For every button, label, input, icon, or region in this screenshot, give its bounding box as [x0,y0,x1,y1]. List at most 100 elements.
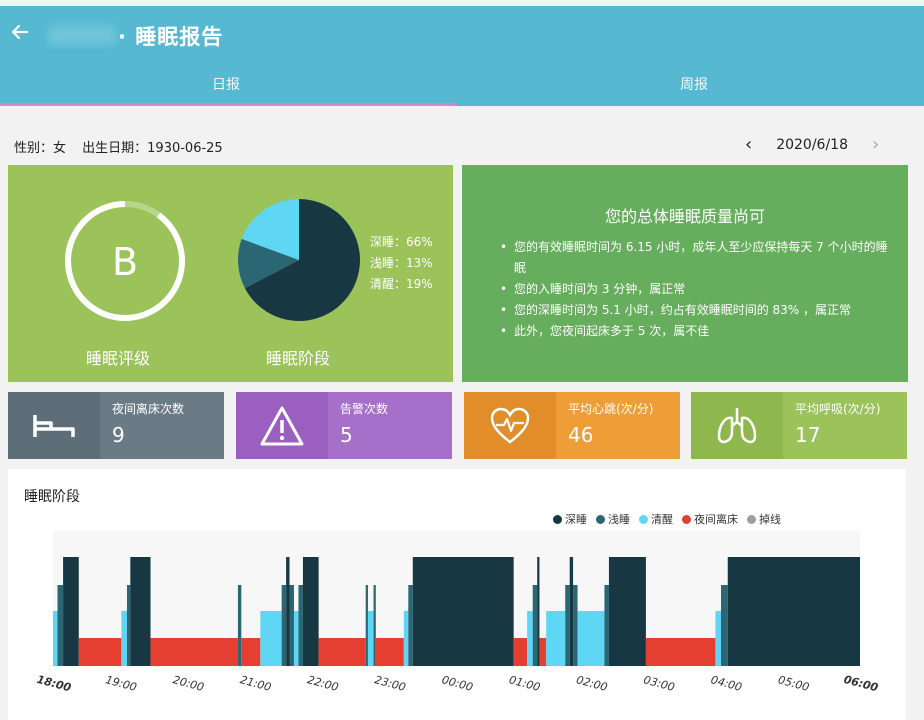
stage-bar [289,585,294,666]
x-tick-label: 02:00 [575,673,609,694]
stage-bar [537,557,540,666]
grade-ring: B [65,201,185,321]
lungs-icon [691,392,783,459]
tile-label: 平均呼吸(次/分) [795,402,881,416]
stage-bar [293,611,299,666]
stage-bar [715,611,722,666]
birth-text: 出生日期：1930-06-25 [82,141,223,156]
stage-bar [565,585,570,666]
stage-bar [403,611,409,666]
stage-pie-chart [238,199,360,321]
patient-info: 性别：女 出生日期：1930-06-25 [14,137,235,156]
quality-title: 您的总体睡眠质量尚可 [604,207,765,226]
stage-bar [302,557,319,666]
stage-bar [604,585,609,666]
stage-bar [57,585,64,666]
chevron-right-icon[interactable]: › [872,134,879,155]
tab-weekly[interactable]: 周报 [680,74,708,94]
x-tick-label: 21:00 [239,673,273,694]
quality-item: 您的有效睡眠时间为 6.15 小时，成年人至少应保持每天 7 个小时的睡眠 [500,237,890,279]
stage-label: 睡眠阶段 [266,349,331,368]
gender-text: 性别：女 [14,141,67,156]
stage-bar [365,585,368,666]
pie-legend-deep: 深睡：66% [370,235,433,249]
page-title: · 睡眠报告 [118,25,224,49]
x-tick-label: 22:00 [306,673,340,694]
app-header: · 睡眠报告 日报 周报 [0,0,924,106]
x-tick-label: 03:00 [642,673,676,694]
x-tick-label: 01:00 [508,673,542,694]
pie-legend-light: 浅睡：13% [370,256,433,270]
stage-bar [298,585,303,666]
bed-exit-tile: 夜间离床次数 9 [8,392,224,459]
tile-label: 平均心跳(次/分) [568,402,654,416]
stage-bar [260,611,282,666]
quality-item: 您的深睡时间为 5.1 小时，约占有效睡眠时间的 83% ，属正常 [500,300,890,321]
tile-label: 夜间离床次数 [112,402,185,416]
x-tick-label: 04:00 [709,673,743,694]
current-date: 2020/6/18 [776,136,848,153]
sleep-stage-chart: 18:00 19:00 20:00 21:00 22:00 23:00 00:00 01:00… [35,531,880,695]
stage-bar [367,611,374,666]
tile-label: 告警次数 [340,402,389,416]
heart-rate-icon [464,392,556,459]
stage-bar [532,585,538,666]
tile-value: 9 [112,423,125,447]
stage-bar [286,557,290,666]
stage-bar [373,585,376,666]
sleep-stage-chart-card: 睡眠阶段 深睡 浅睡 清醒 夜间离床 掉线 18:00 19:00 20:00 21:00 22… [8,469,906,720]
stage-bar [375,638,404,666]
blurred-name [48,25,116,45]
x-tick-label: 05:00 [777,673,811,694]
status-strip [0,0,924,6]
quality-card: 您的总体睡眠质量尚可 您的有效睡眠时间为 6.15 小时，成年人至少应保持每天 … [462,165,908,382]
stage-bar [546,611,566,666]
arrow-left-icon[interactable] [10,22,30,48]
stage-bar [513,638,528,666]
x-tick-label: 23:00 [373,673,407,694]
stage-bar [126,585,131,666]
stage-bar [539,638,547,666]
sleep-summary-card: B 睡眠评级 深睡：66% 浅睡：13% 清醒：19% 睡眠阶段 [8,165,453,382]
stage-bar [412,557,514,666]
stage-bar [63,557,79,666]
grade-letter: B [112,240,138,284]
stage-bar [721,585,728,666]
stage-bar [573,585,578,666]
quality-item: 您的入睡时间为 3 分钟，属正常 [500,279,890,300]
stage-bar [527,611,533,666]
bed-icon [8,392,100,459]
tab-indicator [0,103,457,106]
pie-legend: 深睡：66% 浅睡：13% 清醒：19% [370,232,433,295]
date-navigator: ‹ 2020/6/18 › [745,134,879,155]
x-tick-label: 20:00 [171,673,205,694]
stage-bar [577,611,605,666]
x-tick-label: 18:00 [35,673,73,695]
tile-value: 46 [568,423,594,447]
stage-bar [408,585,413,666]
tab-daily[interactable]: 日报 [212,74,240,94]
stage-bar [569,557,574,666]
grade-label: 睡眠评级 [86,349,151,368]
chevron-left-icon[interactable]: ‹ [745,134,752,155]
stage-bar [150,638,238,666]
stage-bar [281,585,287,666]
stage-bar [608,557,646,666]
alarm-tile: 告警次数 5 [236,392,452,459]
stage-bar [237,585,242,666]
stage-bar [318,638,366,666]
stage-bar [53,611,58,666]
x-tick-label: 19:00 [104,673,138,694]
quality-list: 您的有效睡眠时间为 6.15 小时，成年人至少应保持每天 7 个小时的睡眠 您的… [500,237,890,342]
stage-bar [130,557,151,666]
tile-value: 17 [795,423,821,447]
stage-bar [727,557,860,666]
stage-bar [78,638,122,666]
x-tick-label: 06:00 [842,673,880,695]
pie-legend-awake: 清醒：19% [370,277,433,291]
warning-icon [236,392,328,459]
quality-item: 此外，您夜间起床多于 5 次，属不佳 [500,321,890,342]
respiration-tile: 平均呼吸(次/分) 17 [691,392,907,459]
stage-bar [241,638,261,666]
stage-bar [121,611,127,666]
